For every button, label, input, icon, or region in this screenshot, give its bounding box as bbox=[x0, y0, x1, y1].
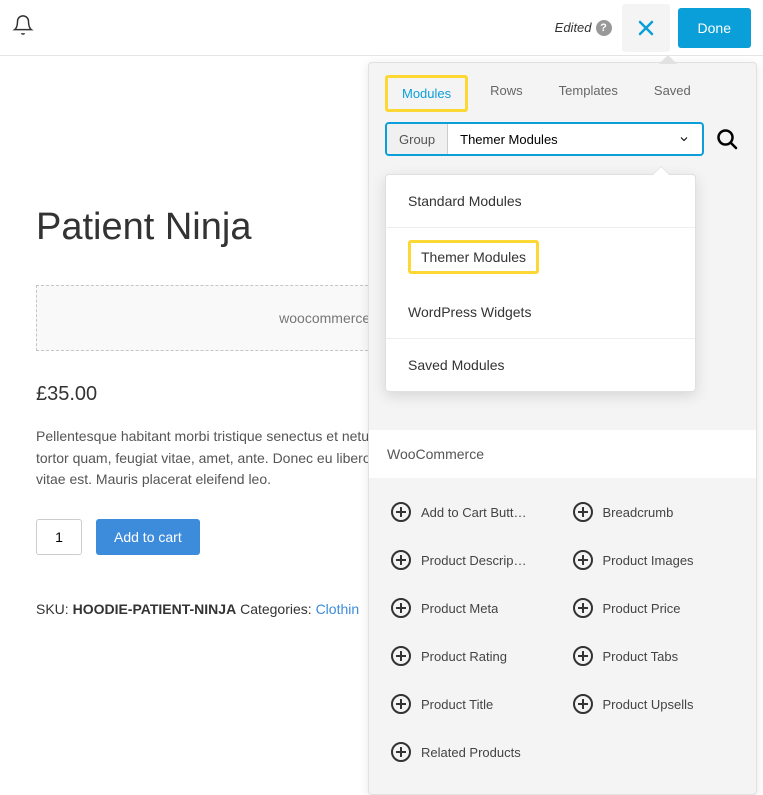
plus-icon bbox=[391, 502, 411, 522]
dropdown-option-saved[interactable]: Saved Modules bbox=[386, 339, 695, 391]
tab-saved[interactable]: Saved bbox=[640, 75, 705, 112]
module-product-title[interactable]: Product Title bbox=[381, 680, 563, 728]
close-icon bbox=[634, 16, 658, 40]
sku-label: SKU: bbox=[36, 601, 73, 617]
plus-icon bbox=[573, 502, 593, 522]
module-label: Product Descrip… bbox=[421, 553, 526, 568]
group-dropdown: Standard Modules Themer Modules WordPres… bbox=[385, 174, 696, 392]
modules-panel: Modules Rows Templates Saved Group Theme… bbox=[368, 62, 757, 795]
close-panel-button[interactable] bbox=[622, 4, 670, 52]
plus-icon bbox=[573, 694, 593, 714]
edited-status[interactable]: Edited ? bbox=[555, 20, 612, 36]
dropdown-option-themer-label: Themer Modules bbox=[408, 240, 539, 274]
module-label: Related Products bbox=[421, 745, 521, 760]
dropdown-caret bbox=[653, 167, 669, 175]
dropdown-option-themer[interactable]: Themer Modules bbox=[386, 228, 695, 286]
module-product-images[interactable]: Product Images bbox=[563, 536, 745, 584]
group-selected: Themer Modules bbox=[448, 124, 702, 154]
module-related-products[interactable]: Related Products bbox=[381, 728, 563, 776]
plus-icon bbox=[573, 598, 593, 618]
plus-icon bbox=[391, 646, 411, 666]
search-button[interactable] bbox=[714, 126, 740, 152]
module-product-price[interactable]: Product Price bbox=[563, 584, 745, 632]
search-icon bbox=[715, 127, 739, 151]
tab-templates[interactable]: Templates bbox=[545, 75, 632, 112]
module-label: Breadcrumb bbox=[603, 505, 674, 520]
sku-value: HOODIE-PATIENT-NINJA bbox=[73, 601, 237, 617]
module-product-rating[interactable]: Product Rating bbox=[381, 632, 563, 680]
add-to-cart-button[interactable]: Add to cart bbox=[96, 519, 200, 555]
module-label: Product Rating bbox=[421, 649, 507, 664]
module-label: Product Tabs bbox=[603, 649, 679, 664]
module-label: Product Upsells bbox=[603, 697, 694, 712]
module-breadcrumb[interactable]: Breadcrumb bbox=[563, 488, 745, 536]
module-label: Product Images bbox=[603, 553, 694, 568]
filter-row: Group Themer Modules bbox=[369, 112, 756, 170]
category-link[interactable]: Clothin bbox=[316, 601, 360, 617]
top-bar: Edited ? Done bbox=[0, 0, 763, 56]
module-label: Product Meta bbox=[421, 601, 498, 616]
module-label: Product Price bbox=[603, 601, 681, 616]
dropdown-option-standard[interactable]: Standard Modules bbox=[386, 175, 695, 228]
module-add-to-cart[interactable]: Add to Cart Butt… bbox=[381, 488, 563, 536]
module-label: Add to Cart Butt… bbox=[421, 505, 527, 520]
chevron-down-icon bbox=[678, 133, 690, 145]
help-icon: ? bbox=[596, 20, 612, 36]
plus-icon bbox=[391, 742, 411, 762]
group-label: Group bbox=[387, 124, 448, 154]
top-bar-actions: Edited ? Done bbox=[555, 4, 751, 52]
module-product-upsells[interactable]: Product Upsells bbox=[563, 680, 745, 728]
dropdown-option-wp-widgets[interactable]: WordPress Widgets bbox=[386, 286, 695, 339]
section-title-woocommerce: WooCommerce bbox=[369, 430, 756, 478]
module-label: Product Title bbox=[421, 697, 493, 712]
plus-icon bbox=[391, 550, 411, 570]
bell-icon bbox=[12, 14, 34, 36]
panel-caret bbox=[660, 56, 676, 64]
tab-rows[interactable]: Rows bbox=[476, 75, 537, 112]
group-select[interactable]: Group Themer Modules bbox=[385, 122, 704, 156]
tab-modules[interactable]: Modules bbox=[385, 75, 468, 112]
notifications-bell[interactable] bbox=[12, 14, 34, 41]
panel-tabs: Modules Rows Templates Saved bbox=[369, 63, 756, 112]
module-grid: Add to Cart Butt… Breadcrumb Product Des… bbox=[369, 488, 756, 794]
module-product-description[interactable]: Product Descrip… bbox=[381, 536, 563, 584]
done-button[interactable]: Done bbox=[678, 8, 751, 48]
categories-label: Categories: bbox=[236, 601, 315, 617]
plus-icon bbox=[573, 646, 593, 666]
quantity-input[interactable] bbox=[36, 519, 82, 555]
module-product-tabs[interactable]: Product Tabs bbox=[563, 632, 745, 680]
plus-icon bbox=[573, 550, 593, 570]
group-selected-text: Themer Modules bbox=[460, 132, 558, 147]
plus-icon bbox=[391, 694, 411, 714]
plus-icon bbox=[391, 598, 411, 618]
module-product-meta[interactable]: Product Meta bbox=[381, 584, 563, 632]
edited-label: Edited bbox=[555, 20, 592, 35]
